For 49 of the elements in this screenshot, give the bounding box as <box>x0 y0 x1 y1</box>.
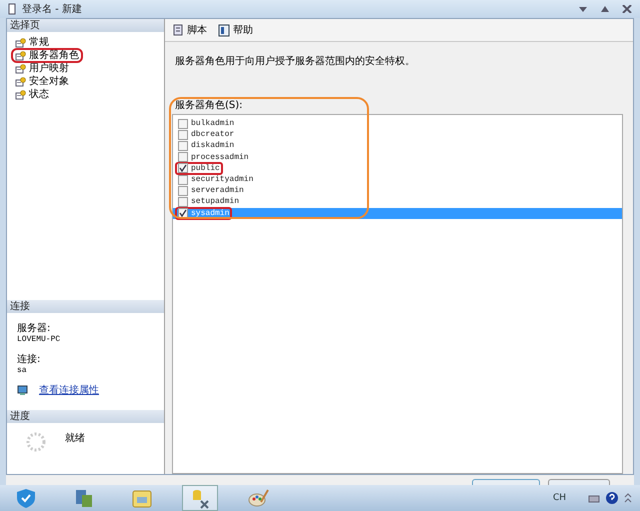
field-label: 连接: <box>17 352 42 366</box>
role-name[interactable]: serveradmin <box>191 186 244 196</box>
window-icon <box>8 3 16 15</box>
status-text: 就绪 <box>65 432 85 446</box>
help-button[interactable]: 帮助 <box>217 23 253 37</box>
page-item[interactable]: 用户映射 <box>11 61 73 76</box>
minimize-icon[interactable] <box>578 5 588 13</box>
checkbox[interactable] <box>178 174 188 185</box>
role-list[interactable]: bulkadmin dbcreator diskadmin processadmin public securityadmin serveradmin setupadmin sysadmin <box>172 114 623 474</box>
role-name[interactable]: securityadmin <box>191 175 254 184</box>
page-item[interactable]: 安全对象 <box>11 74 73 89</box>
checkbox[interactable] <box>178 208 188 218</box>
close-icon[interactable] <box>622 5 632 13</box>
page-item[interactable]: 服务器角色 <box>11 48 83 63</box>
field-label: 服务器: <box>17 322 52 335</box>
field-value: LOVEMU-PC <box>17 335 62 344</box>
maximize-icon[interactable] <box>600 5 610 13</box>
script-button[interactable]: 脚本 <box>171 23 207 37</box>
checkbox[interactable] <box>178 118 188 129</box>
checkbox[interactable] <box>178 152 188 162</box>
description-text: 服务器角色用于向用户授予服务器范围内的安全特权。 <box>175 54 416 68</box>
list-label: 服务器角色(S): <box>175 99 244 112</box>
role-name[interactable]: bulkadmin <box>191 119 234 128</box>
checkbox[interactable] <box>178 186 188 196</box>
server-properties-icon <box>17 384 29 396</box>
spinner-icon <box>25 431 47 453</box>
role-name[interactable]: setupadmin <box>191 197 240 206</box>
field-value: sa <box>17 366 28 375</box>
keyboard-icon[interactable] <box>588 493 600 503</box>
tray-arrow-icon[interactable] <box>624 492 632 504</box>
panel-header: 连接 <box>7 300 164 313</box>
checkbox[interactable] <box>178 196 188 207</box>
panel-header: 选择页 <box>7 19 164 32</box>
ok-button[interactable] <box>472 479 540 485</box>
help-icon[interactable] <box>606 492 618 504</box>
cancel-button[interactable] <box>548 479 610 485</box>
view-connection-properties-link[interactable]: 查看连接属性 <box>39 383 99 397</box>
database-tools-icon[interactable] <box>182 485 218 511</box>
role-name[interactable]: diskadmin <box>191 141 234 150</box>
role-name[interactable]: dbcreator <box>191 130 234 140</box>
role-name[interactable]: processadmin <box>191 152 249 162</box>
window-title: 登录名 - 新建 <box>22 2 82 16</box>
checkbox[interactable] <box>178 140 188 151</box>
panel-header: 进度 <box>7 410 164 423</box>
checkbox[interactable] <box>178 130 188 140</box>
page-item[interactable]: 常规 <box>11 35 53 50</box>
input-indicator[interactable]: CH <box>552 493 566 503</box>
page-item[interactable]: 状态 <box>11 87 53 102</box>
checkbox[interactable] <box>178 163 188 174</box>
